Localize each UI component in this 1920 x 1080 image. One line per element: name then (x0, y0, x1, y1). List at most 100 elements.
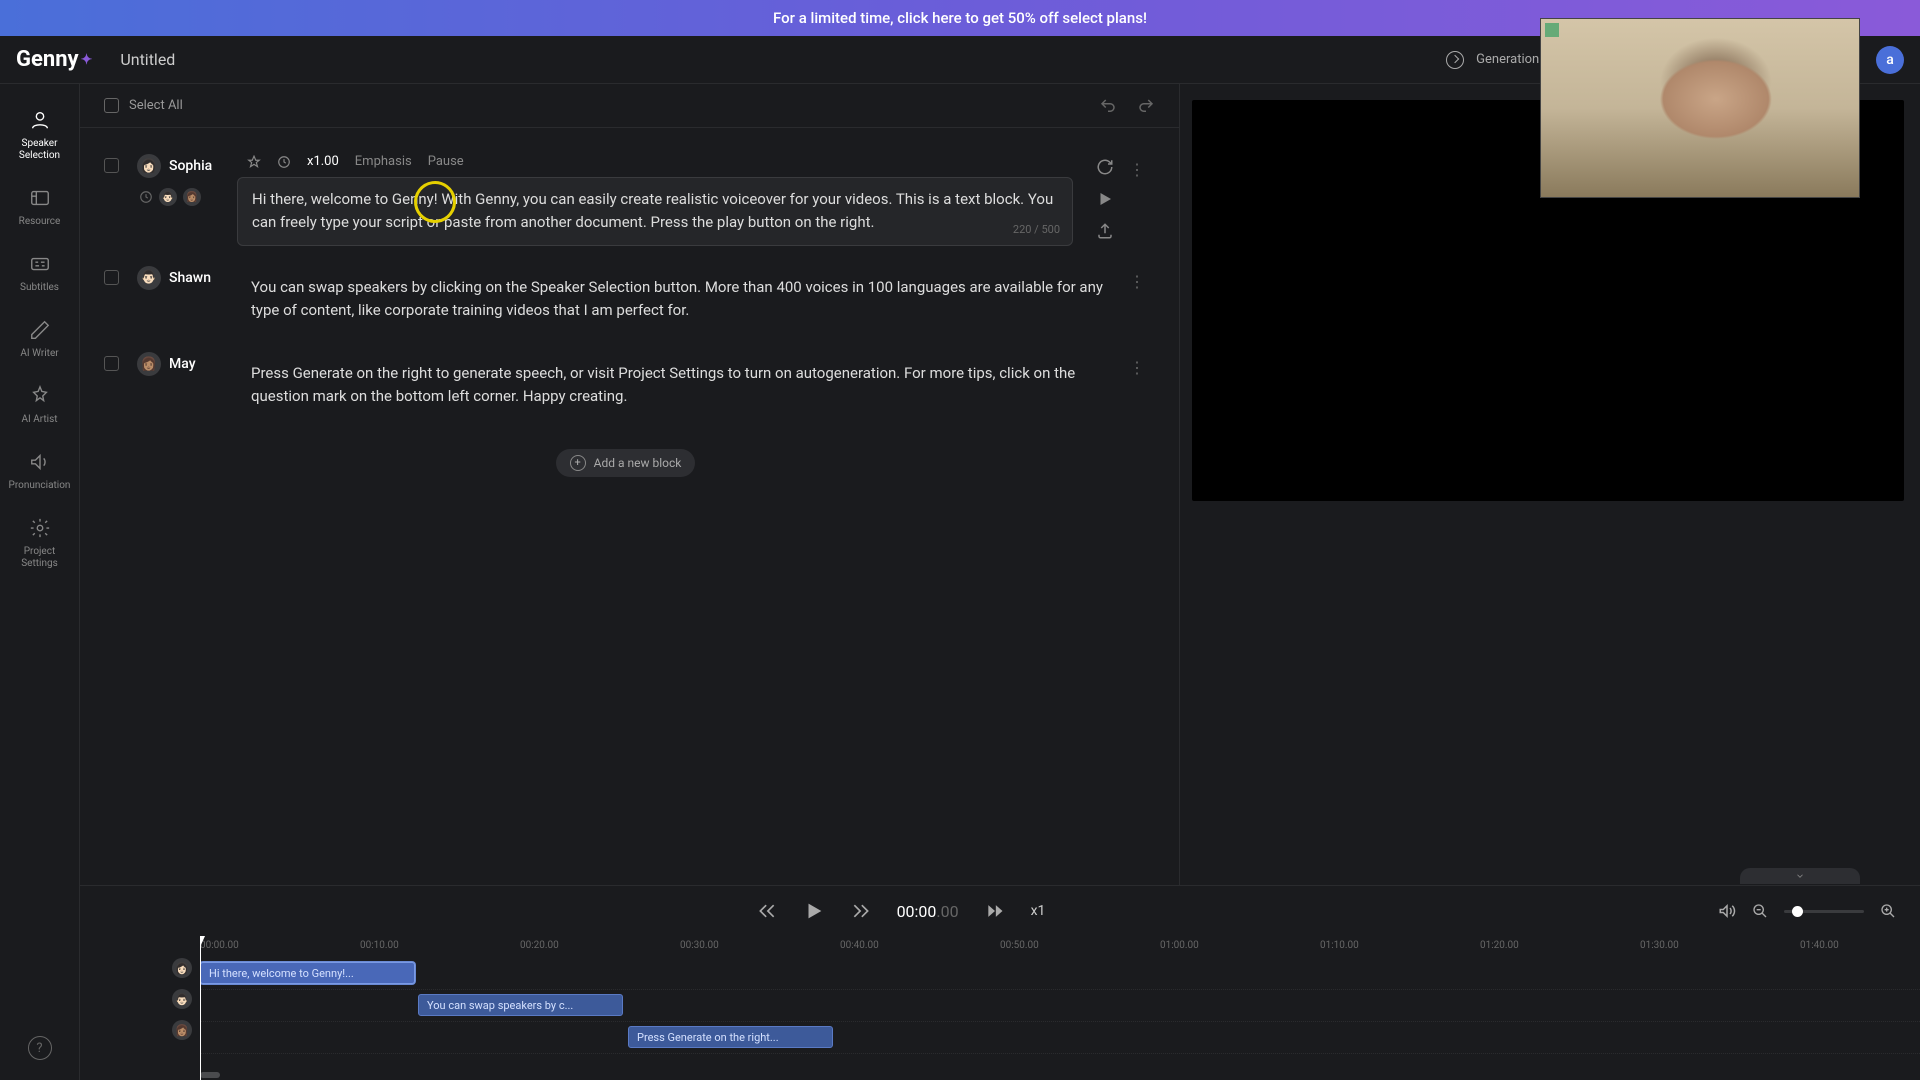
volume-icon[interactable] (1718, 902, 1736, 920)
user-avatar[interactable]: a (1876, 46, 1904, 74)
webcam-overlay (1540, 18, 1860, 198)
plus-icon: + (570, 455, 586, 471)
collapse-timeline-button[interactable] (1740, 868, 1860, 884)
playback-speed[interactable]: x1 (1031, 903, 1046, 919)
timeline-clip[interactable]: Hi there, welcome to Genny!... (200, 962, 415, 984)
playback-bar: 00:00.00 x1 (80, 886, 1920, 936)
speed-icon[interactable] (277, 155, 291, 169)
promo-text: For a limited time, click here to get 50… (773, 9, 1147, 27)
playhead[interactable] (200, 936, 201, 1080)
timeline-clip[interactable]: You can swap speakers by c... (418, 994, 623, 1016)
block-checkbox[interactable] (104, 270, 119, 285)
block-menu-button[interactable]: ⋮ (1127, 154, 1147, 179)
sidebar-item-speaker-selection[interactable]: Speaker Selection (8, 108, 72, 162)
preview-pane (1180, 84, 1920, 885)
track-avatar[interactable]: 👩🏻 (172, 958, 192, 978)
sidebar-item-pronunciation[interactable]: Pronunciation (8, 450, 72, 492)
block-checkbox[interactable] (104, 356, 119, 371)
speaker-avatar: 👨🏻 (137, 266, 161, 290)
timeline-tracks[interactable]: 00:00.0000:10.0000:20.0000:30.0000:40.00… (200, 936, 1920, 1080)
emphasis-button[interactable]: Emphasis (355, 154, 412, 169)
timecode: 00:00.00 (897, 902, 959, 921)
content: Select All (80, 84, 1920, 1080)
speaker-name: Sophia (169, 158, 212, 174)
ruler-tick: 01:20.00 (1480, 940, 1519, 951)
zoom-in-icon[interactable] (1880, 903, 1896, 919)
zoom-out-icon[interactable] (1752, 903, 1768, 919)
select-all[interactable]: Select All (104, 98, 183, 113)
speed-value[interactable]: x1.00 (307, 154, 339, 169)
ruler-tick: 00:30.00 (680, 940, 719, 951)
timeline-track[interactable]: Press Generate on the right... (200, 1022, 1920, 1054)
sidebar-item-resource[interactable]: Resource (8, 186, 72, 228)
text-block: 👨🏻 Shawn You can swap speakers by clicki… (104, 256, 1147, 343)
sidebar-item-ai-artist[interactable]: AI Artist (8, 384, 72, 426)
project-title[interactable]: Untitled (120, 50, 175, 69)
ai-artist-icon (28, 384, 52, 408)
history-icon[interactable] (139, 190, 153, 204)
alt-speaker-avatar[interactable]: 👩🏽 (183, 188, 201, 206)
skip-forward-icon[interactable] (851, 901, 871, 921)
play-button[interactable] (803, 900, 825, 922)
select-all-checkbox[interactable] (104, 98, 119, 113)
sidebar: Speaker Selection Resource Subtitles AI … (0, 84, 80, 1080)
logo[interactable]: Genny✦ (16, 47, 92, 72)
sidebar-item-subtitles[interactable]: Subtitles (8, 252, 72, 294)
clock-icon (1446, 51, 1464, 69)
text-block: 👩🏻 Sophia 👨🏻 👩🏽 (104, 144, 1147, 256)
help-button[interactable]: ? (28, 1036, 52, 1060)
sidebar-item-ai-writer[interactable]: AI Writer (8, 318, 72, 360)
skip-back-icon[interactable] (757, 901, 777, 921)
main: Speaker Selection Resource Subtitles AI … (0, 84, 1920, 1080)
ruler-tick: 01:00.00 (1160, 940, 1199, 951)
resource-icon (28, 186, 52, 210)
alt-speaker-avatar[interactable]: 👨🏻 (159, 188, 177, 206)
ruler-tick: 01:40.00 (1800, 940, 1839, 951)
ruler-tick: 00:00.00 (200, 940, 239, 951)
ai-writer-icon (28, 318, 52, 342)
zoom-slider[interactable] (1784, 910, 1864, 913)
block-checkbox[interactable] (104, 158, 119, 173)
regenerate-icon[interactable] (1096, 158, 1114, 176)
logo-plus-icon: ✦ (81, 52, 93, 68)
pause-button[interactable]: Pause (428, 154, 464, 169)
speaker-selector[interactable]: 👩🏽 May (137, 352, 237, 376)
text-block: 👩🏽 May Press Generate on the right to ge… (104, 342, 1147, 429)
add-block-button[interactable]: + Add a new block (556, 449, 696, 477)
pin-icon[interactable] (247, 155, 261, 169)
block-actions (1083, 154, 1127, 240)
ruler-tick: 01:30.00 (1640, 940, 1679, 951)
editor-header: Select All (80, 84, 1179, 128)
track-avatar-column: 👩🏻 👨🏻 👩🏽 (80, 936, 200, 1080)
sidebar-item-project-settings[interactable]: Project Settings (8, 516, 72, 570)
timeline-ruler[interactable]: 00:00.0000:10.0000:20.0000:30.0000:40.00… (200, 936, 1920, 958)
block-menu-button[interactable]: ⋮ (1127, 352, 1147, 377)
timeline-scrollbar[interactable] (200, 1072, 220, 1078)
ruler-tick: 00:20.00 (520, 940, 559, 951)
track-avatar[interactable]: 👨🏻 (172, 989, 192, 1009)
char-counter: 220 / 500 (1013, 221, 1060, 238)
block-menu-button[interactable]: ⋮ (1127, 266, 1147, 291)
play-icon[interactable] (1096, 190, 1114, 208)
redo-button[interactable] (1137, 97, 1155, 115)
track-avatar[interactable]: 👩🏽 (172, 1020, 192, 1040)
block-toolbar: x1.00 Emphasis Pause (237, 154, 1073, 169)
speaker-selector[interactable]: 👨🏻 Shawn (137, 266, 237, 290)
timeline-track[interactable]: You can swap speakers by c... (200, 990, 1920, 1022)
timeline-body: 👩🏻 👨🏻 👩🏽 00:00.00 00:10.00 00:20.00 00:30.0… (80, 936, 1920, 1080)
speaker-selector[interactable]: 👩🏻 Sophia (137, 154, 237, 178)
export-icon[interactable] (1096, 222, 1114, 240)
webcam-indicator-icon (1545, 23, 1559, 37)
timeline-area: 00:00.00 x1 (80, 885, 1920, 1080)
block-text-input[interactable]: You can swap speakers by clicking on the… (237, 266, 1127, 333)
pronunciation-icon (28, 450, 52, 474)
speaker-name: Shawn (169, 270, 211, 286)
block-text-input[interactable]: Hi there, welcome to Genny! With Genny, … (237, 177, 1073, 246)
timeline-clip[interactable]: Press Generate on the right... (628, 1026, 833, 1048)
block-text-input[interactable]: Press Generate on the right to generate … (237, 352, 1127, 419)
speaker-avatar: 👩🏻 (137, 154, 161, 178)
ruler-tick: 00:10.00 (360, 940, 399, 951)
undo-button[interactable] (1099, 97, 1117, 115)
fast-forward-icon[interactable] (985, 901, 1005, 921)
timeline-track[interactable]: Hi there, welcome to Genny!... (200, 958, 1920, 990)
